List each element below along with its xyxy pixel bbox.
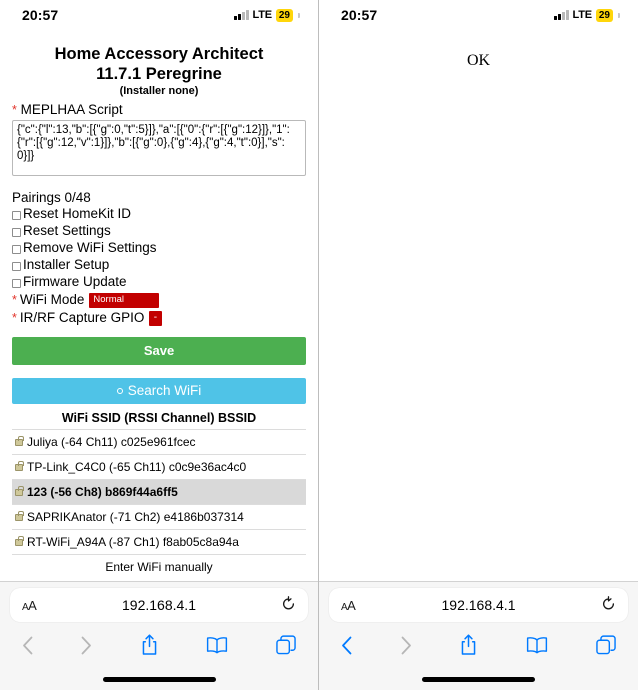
share-icon[interactable] (141, 634, 158, 656)
reload-icon[interactable] (281, 595, 296, 615)
browser-chrome-left: AA 192.168.4.1 (0, 581, 318, 690)
pairings-count: Pairings 0/48 (12, 190, 91, 205)
network-type-label: LTE (252, 9, 273, 21)
home-indicator (319, 668, 638, 690)
firmware-version: 11.7.1 Peregrine (96, 65, 222, 83)
checkbox-row-remove-wifi-settings[interactable]: Remove WiFi Settings (12, 240, 306, 256)
checkbox-row-firmware-update[interactable]: Firmware Update (12, 274, 306, 290)
right-phone-screen: 20:57 LTE 29 OK AA 192.168.4.1 (319, 0, 638, 690)
lock-icon (15, 510, 24, 521)
lock-icon (15, 485, 24, 496)
enter-wifi-manually-link[interactable]: Enter WiFi manually (12, 555, 306, 578)
tabs-icon[interactable] (596, 635, 616, 655)
checkbox-row-reset-homekit-id[interactable]: Reset HomeKit ID (12, 206, 306, 222)
checkbox-label: Reset HomeKit ID (23, 206, 132, 221)
url-text: 192.168.4.1 (122, 597, 196, 613)
checkbox-reset-homekit-id[interactable] (12, 211, 21, 220)
status-indicators: LTE 29 (554, 8, 620, 22)
battery-low-power-icon: 29 (275, 8, 293, 22)
forward-button[interactable] (81, 636, 92, 655)
wifi-network-label: 123 (-56 Ch8) b869f44a6ff5 (27, 485, 178, 499)
checkbox-label: Reset Settings (23, 223, 111, 238)
dual-phone-screenshot: 20:57 LTE 29 Home Accessory Architect 11… (0, 0, 638, 690)
wifi-mode-label: WiFi Mode (19, 292, 85, 307)
lock-icon (15, 460, 24, 471)
wifi-network-row-selected[interactable]: 123 (-56 Ch8) b869f44a6ff5 (12, 480, 306, 505)
url-text: 192.168.4.1 (441, 597, 516, 613)
text-size-button[interactable]: AA (341, 598, 356, 613)
installer-label: (Installer none) (119, 85, 199, 97)
wifi-network-label: RT-WiFi_A94A (-87 Ch1) f8ab05c8a94a (27, 535, 239, 549)
spinner-icon (116, 388, 123, 394)
webview-left: Home Accessory Architect 11.7.1 Peregrin… (0, 30, 318, 581)
forward-button[interactable] (401, 636, 412, 655)
ir-rf-gpio-label: IR/RF Capture GPIO (19, 310, 145, 325)
back-button[interactable] (22, 636, 33, 655)
status-bar-left: 20:57 LTE 29 (0, 0, 318, 30)
browser-toolbar-right (319, 622, 638, 668)
checkbox-row-reset-settings[interactable]: Reset Settings (12, 223, 306, 239)
checkbox-remove-wifi-settings[interactable] (12, 245, 21, 254)
search-wifi-label: Search WiFi (127, 383, 202, 398)
wifi-network-label: TP-Link_C4C0 (-65 Ch11) c0c9e36ac4c0 (27, 460, 247, 474)
home-indicator (0, 668, 318, 690)
page-title: Home Accessory Architect (54, 45, 264, 63)
ok-message: OK (466, 52, 491, 69)
checkbox-label: Firmware Update (23, 274, 127, 289)
address-bar-right[interactable]: AA 192.168.4.1 (329, 588, 628, 622)
required-asterisk: * (12, 293, 17, 307)
battery-low-power-icon: 29 (595, 8, 613, 22)
text-size-button[interactable]: AA (22, 598, 37, 613)
search-wifi-button[interactable]: Search WiFi (12, 378, 306, 404)
checkbox-row-installer-setup[interactable]: Installer Setup (12, 257, 306, 273)
battery-tip (298, 12, 300, 18)
checkbox-firmware-update[interactable] (12, 279, 21, 288)
ir-rf-gpio-row: * IR/RF Capture GPIO - (12, 310, 306, 326)
script-label-text: MEPLHAA Script (20, 102, 123, 117)
battery-tip (618, 12, 620, 18)
share-icon[interactable] (460, 634, 477, 656)
wifi-network-row[interactable]: TP-Link_C4C0 (-65 Ch11) c0c9e36ac4c0 (12, 455, 306, 480)
tabs-icon[interactable] (276, 635, 296, 655)
status-time: 20:57 (341, 7, 378, 23)
browser-toolbar-left (0, 622, 318, 668)
browser-chrome-right: AA 192.168.4.1 (319, 581, 638, 690)
cellular-bars-icon (554, 10, 569, 20)
webview-right: OK (319, 30, 638, 581)
script-label: * MEPLHAA Script (12, 102, 306, 117)
save-button[interactable]: Save (12, 337, 306, 365)
back-button[interactable] (341, 636, 352, 655)
required-asterisk: * (12, 311, 17, 325)
wifi-network-label: SAPRIKAnator (-71 Ch2) e4186b037314 (27, 510, 244, 524)
script-input[interactable]: {"c":{"l":13,"b":[{"g":0,"t":5}]},"a":[{… (12, 120, 306, 176)
checkbox-label: Remove WiFi Settings (23, 240, 157, 255)
wifi-network-label: Juliya (-64 Ch11) c025e961fcec (27, 435, 196, 449)
status-indicators: LTE 29 (234, 8, 300, 22)
status-time: 20:57 (22, 7, 59, 23)
reload-icon[interactable] (601, 595, 616, 615)
wifi-network-row[interactable]: Juliya (-64 Ch11) c025e961fcec (12, 430, 306, 455)
wifi-mode-row: * WiFi Mode Normal (12, 292, 306, 308)
bookmarks-icon[interactable] (206, 636, 228, 654)
left-phone-screen: 20:57 LTE 29 Home Accessory Architect 11… (0, 0, 319, 690)
checkbox-reset-settings[interactable] (12, 228, 21, 237)
bookmarks-icon[interactable] (526, 636, 548, 654)
checkbox-installer-setup[interactable] (12, 262, 21, 271)
address-bar-left[interactable]: AA 192.168.4.1 (10, 588, 308, 622)
ir-rf-gpio-select[interactable]: - (149, 310, 163, 326)
lock-icon (15, 435, 24, 446)
checkbox-label: Installer Setup (23, 257, 110, 272)
required-asterisk: * (12, 103, 17, 117)
haa-settings-page: Home Accessory Architect 11.7.1 Peregrin… (0, 44, 318, 581)
wifi-network-row[interactable]: SAPRIKAnator (-71 Ch2) e4186b037314 (12, 505, 306, 530)
wifi-network-row[interactable]: RT-WiFi_A94A (-87 Ch1) f8ab05c8a94a (12, 530, 306, 555)
network-type-label: LTE (572, 9, 593, 21)
cellular-bars-icon (234, 10, 249, 20)
wifi-mode-select[interactable]: Normal (89, 292, 160, 308)
wifi-list-header: WiFi SSID (RSSI Channel) BSSID (12, 411, 306, 430)
status-bar-right: 20:57 LTE 29 (319, 0, 638, 30)
lock-icon (15, 535, 24, 546)
